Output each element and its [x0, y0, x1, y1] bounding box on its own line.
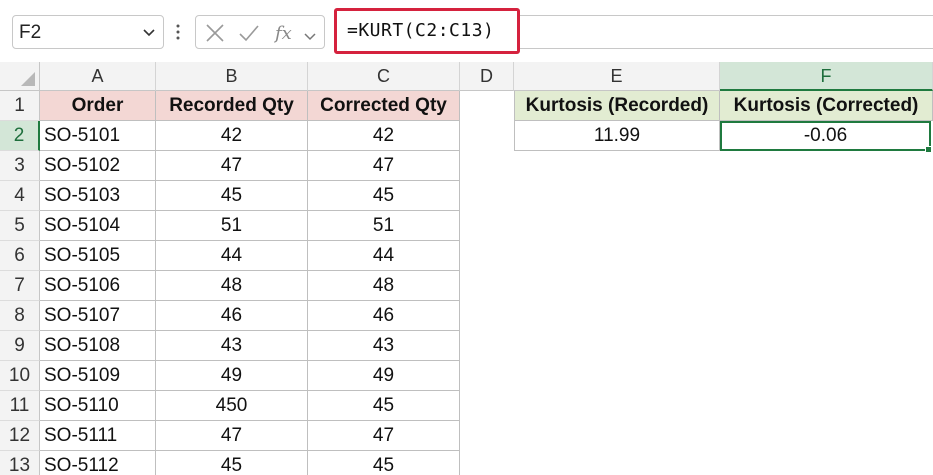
active-cell-f2[interactable]: -0.06 — [720, 121, 931, 151]
row-header-9[interactable]: 9 — [0, 331, 40, 361]
row-header-7[interactable]: 7 — [0, 271, 40, 301]
formula-text: =KURT(C2:C13) — [347, 20, 495, 41]
chevron-down-icon[interactable] — [141, 24, 157, 40]
formula-input[interactable]: =KURT(C2:C13) — [334, 8, 520, 54]
column-header-a[interactable]: A — [40, 62, 156, 91]
row-header-1[interactable]: 1 — [0, 91, 40, 121]
table-cell[interactable]: 44 — [156, 241, 308, 271]
table-cell[interactable]: 51 — [308, 211, 460, 241]
table-cell[interactable]: 48 — [308, 271, 460, 301]
table-cell[interactable]: 46 — [308, 301, 460, 331]
result-value-cell[interactable]: 11.99 — [514, 121, 720, 151]
table-cell[interactable]: 47 — [156, 151, 308, 181]
table-cell[interactable]: SO-5101 — [40, 121, 156, 151]
table-header-cell[interactable]: Corrected Qty — [308, 91, 460, 121]
fx-icon[interactable]: fx — [274, 22, 300, 44]
table-cell[interactable]: SO-5110 — [40, 391, 156, 421]
table-cell[interactable]: 43 — [156, 331, 308, 361]
row-header-3[interactable]: 3 — [0, 151, 40, 181]
row-header-8[interactable]: 8 — [0, 301, 40, 331]
table-cell[interactable]: SO-5105 — [40, 241, 156, 271]
table-cell[interactable]: SO-5108 — [40, 331, 156, 361]
table-cell[interactable]: SO-5103 — [40, 181, 156, 211]
table-cell[interactable]: 45 — [308, 181, 460, 211]
table-cell[interactable]: 45 — [156, 181, 308, 211]
table-cell[interactable]: SO-5104 — [40, 211, 156, 241]
vertical-dots-icon[interactable] — [175, 22, 181, 42]
row-header-2[interactable]: 2 — [0, 121, 40, 151]
spreadsheet-grid: A B C D E F 1 2 3 4 5 6 7 8 9 10 11 12 13 Order Recorded Qty… — [0, 62, 933, 475]
row-header-4[interactable]: 4 — [0, 181, 40, 211]
column-header-f[interactable]: F — [720, 62, 933, 91]
column-header-d[interactable]: D — [460, 62, 514, 91]
table-cell[interactable]: 49 — [308, 361, 460, 391]
result-header-cell[interactable]: Kurtosis (Recorded) — [514, 91, 720, 121]
table-cell[interactable]: 45 — [308, 451, 460, 475]
name-box-value: F2 — [19, 22, 42, 43]
table-cell[interactable]: 51 — [156, 211, 308, 241]
column-header-b[interactable]: B — [156, 62, 308, 91]
chevron-down-icon[interactable] — [302, 26, 318, 48]
table-cell[interactable]: 47 — [156, 421, 308, 451]
select-all-corner[interactable] — [0, 62, 40, 91]
row-header-6[interactable]: 6 — [0, 241, 40, 271]
table-cell[interactable]: 49 — [156, 361, 308, 391]
row-header-5[interactable]: 5 — [0, 211, 40, 241]
table-cell[interactable]: 47 — [308, 421, 460, 451]
formula-bar: F2 fx =KURT(C2:C13) — [0, 0, 933, 62]
table-cell[interactable]: 42 — [308, 121, 460, 151]
table-cell[interactable]: 44 — [308, 241, 460, 271]
row-header-12[interactable]: 12 — [0, 421, 40, 451]
svg-text:fx: fx — [274, 23, 292, 44]
fill-handle[interactable] — [925, 146, 932, 153]
checkmark-icon[interactable] — [238, 22, 260, 44]
name-box[interactable]: F2 — [12, 15, 164, 49]
table-cell[interactable]: SO-5107 — [40, 301, 156, 331]
row-header-13[interactable]: 13 — [0, 451, 40, 475]
column-header-c[interactable]: C — [308, 62, 460, 91]
table-cell[interactable]: 46 — [156, 301, 308, 331]
table-cell[interactable]: SO-5106 — [40, 271, 156, 301]
table-cell[interactable]: 48 — [156, 271, 308, 301]
row-header-10[interactable]: 10 — [0, 361, 40, 391]
row-header-11[interactable]: 11 — [0, 391, 40, 421]
table-cell[interactable]: SO-5102 — [40, 151, 156, 181]
table-cell[interactable]: 47 — [308, 151, 460, 181]
table-cell[interactable]: SO-5111 — [40, 421, 156, 451]
table-header-cell[interactable]: Order — [40, 91, 156, 121]
formula-input-extension[interactable] — [520, 15, 933, 49]
table-cell[interactable]: 45 — [308, 391, 460, 421]
x-icon[interactable] — [204, 22, 226, 44]
table-cell[interactable]: 450 — [156, 391, 308, 421]
column-header-e[interactable]: E — [514, 62, 720, 91]
table-cell[interactable]: SO-5109 — [40, 361, 156, 391]
table-cell[interactable]: 42 — [156, 121, 308, 151]
formula-controls: fx — [195, 15, 325, 49]
table-cell[interactable]: 43 — [308, 331, 460, 361]
table-cell[interactable]: SO-5112 — [40, 451, 156, 475]
table-cell[interactable]: 45 — [156, 451, 308, 475]
result-header-cell[interactable]: Kurtosis (Corrected) — [720, 91, 933, 121]
table-header-cell[interactable]: Recorded Qty — [156, 91, 308, 121]
